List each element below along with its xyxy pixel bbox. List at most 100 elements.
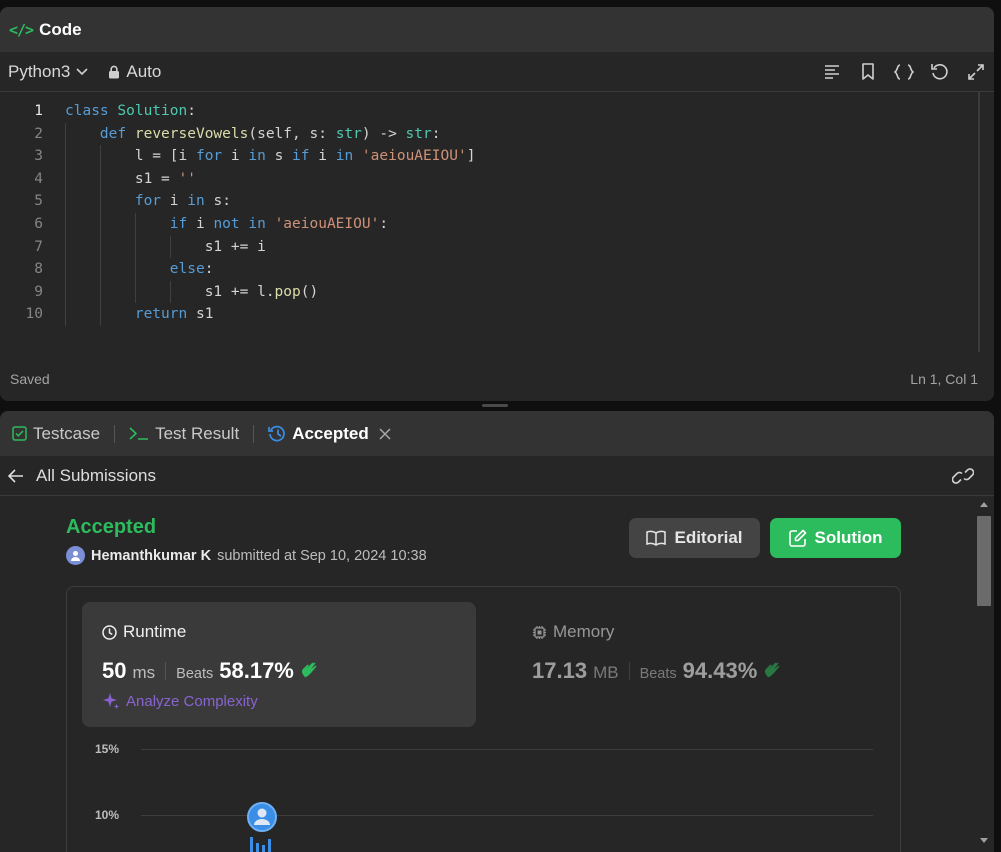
analyze-label: Analyze Complexity xyxy=(126,692,258,710)
avatar[interactable] xyxy=(66,546,85,565)
scroll-thumb[interactable] xyxy=(977,516,991,606)
submissions-nav: All Submissions xyxy=(0,456,994,496)
clock-icon xyxy=(102,624,117,640)
tab-test-result[interactable]: Test Result xyxy=(129,424,239,444)
tab-accepted[interactable]: Accepted xyxy=(268,424,391,444)
scroll-down-icon[interactable] xyxy=(974,833,994,847)
line-number: 3 xyxy=(34,148,43,165)
sparkle-icon xyxy=(103,693,119,709)
memory-box[interactable]: Memory 17.13 MB Beats 94.43% xyxy=(512,602,872,727)
user-position-marker[interactable] xyxy=(243,801,283,852)
chevron-down-icon xyxy=(76,67,88,75)
code-text: class Solution: xyxy=(65,103,196,119)
distribution-bars xyxy=(250,837,271,852)
cursor-position: Ln 1, Col 1 xyxy=(910,371,978,387)
scroll-up-icon[interactable] xyxy=(974,498,994,512)
line-number: 7 xyxy=(34,238,43,255)
line-number: 6 xyxy=(34,215,43,232)
tab-testcase[interactable]: Testcase xyxy=(12,424,100,444)
code-text: return s1 xyxy=(134,306,214,323)
code-icon: </> xyxy=(9,20,34,39)
code-text: for i in s: xyxy=(134,193,231,210)
braces-icon[interactable] xyxy=(894,62,914,82)
submission-detail: Accepted Hemanthkumar K submitted at Sep… xyxy=(0,496,994,852)
code-editor[interactable]: 1 class Solution: 2 def reverseVowels(self… xyxy=(0,92,994,352)
line-number: 4 xyxy=(34,170,43,187)
memory-unit: MB xyxy=(593,663,619,682)
runtime-value: 50 xyxy=(102,658,127,683)
edit-icon xyxy=(788,529,806,547)
panel-resize-handle[interactable] xyxy=(482,404,508,407)
runtime-box[interactable]: Runtime 50 ms Beats 58.17% Analyze Compl… xyxy=(82,602,476,727)
code-line[interactable]: 4 s1 = '' xyxy=(0,167,994,191)
code-text: s1 += l.pop() xyxy=(204,283,319,300)
language-select[interactable]: Python3 xyxy=(8,62,88,82)
memory-beats-label: Beats xyxy=(639,666,677,682)
runtime-unit: ms xyxy=(132,663,156,682)
code-line[interactable]: 7 s1 += i xyxy=(0,235,994,259)
history-icon xyxy=(268,425,285,442)
clap-icon xyxy=(765,662,780,678)
back-label: All Submissions xyxy=(36,465,156,485)
solution-label: Solution xyxy=(814,528,883,547)
editorial-button[interactable]: Editorial xyxy=(629,518,760,558)
code-line[interactable]: 10 return s1 xyxy=(0,303,994,326)
username-link[interactable]: Hemanthkumar K xyxy=(91,548,211,564)
runtime-label: Runtime xyxy=(123,622,187,641)
tab-divider xyxy=(253,424,255,443)
code-line[interactable]: 9 s1 += l.pop() xyxy=(0,280,994,304)
code-panel: </> Code Python3 Auto 1 class Solution: 2 … xyxy=(0,7,994,401)
mode-select[interactable]: Auto xyxy=(108,62,161,82)
gridline xyxy=(141,749,873,750)
back-button[interactable]: All Submissions xyxy=(8,466,156,486)
language-label: Python3 xyxy=(8,61,71,81)
chip-icon xyxy=(533,625,546,639)
memory-beats-value: 94.43% xyxy=(682,658,758,683)
runtime-beats-value: 58.17% xyxy=(219,658,294,683)
link-icon[interactable] xyxy=(952,467,974,484)
checkbox-icon xyxy=(12,426,27,441)
line-number: 9 xyxy=(34,283,43,300)
result-scrollbar[interactable] xyxy=(974,496,994,852)
y-tick-label: 15% xyxy=(95,742,120,756)
tab-accepted-label: Accepted xyxy=(292,423,369,443)
analyze-complexity-link[interactable]: Analyze Complexity xyxy=(102,692,258,710)
code-line[interactable]: 2 def reverseVowels(self, s: str) -> str… xyxy=(0,122,994,146)
runtime-beats-label: Beats xyxy=(176,666,214,682)
runtime-distribution-chart: 15% 10% xyxy=(67,737,902,852)
divider xyxy=(628,662,630,680)
code-panel-title: Code xyxy=(39,19,82,39)
code-text: l = [i for i in s if i in 'aeiouAEIOU'] xyxy=(134,148,476,165)
submitted-time: submitted at Sep 10, 2024 10:38 xyxy=(217,547,427,564)
reset-icon[interactable] xyxy=(930,62,950,82)
submission-info: Hemanthkumar K submitted at Sep 10, 2024… xyxy=(66,546,427,565)
mode-label: Auto xyxy=(126,61,162,81)
code-line[interactable]: 3 l = [i for i in s if i in 'aeiouAEIOU'… xyxy=(0,145,994,168)
code-line[interactable]: 1 class Solution: xyxy=(0,100,994,123)
divider xyxy=(165,662,167,680)
format-icon[interactable] xyxy=(822,62,842,82)
tab-testcase-label: Testcase xyxy=(33,423,101,443)
clap-icon xyxy=(301,662,317,678)
lock-icon xyxy=(109,65,120,78)
terminal-icon xyxy=(129,427,149,440)
performance-card: Runtime 50 ms Beats 58.17% Analyze Compl… xyxy=(66,586,901,852)
code-line[interactable]: 5 for i in s: xyxy=(0,190,994,213)
arrow-left-icon xyxy=(8,468,23,483)
close-icon[interactable] xyxy=(379,427,391,440)
submission-status: Accepted xyxy=(66,516,157,538)
code-text: else: xyxy=(169,261,214,278)
code-panel-header: </> Code xyxy=(0,7,994,52)
memory-value: 17.13 xyxy=(532,658,588,683)
expand-icon[interactable] xyxy=(966,62,986,82)
code-text: s1 += i xyxy=(204,238,266,255)
code-line[interactable]: 6 if i not in 'aeiouAEIOU': xyxy=(0,212,994,236)
solution-button[interactable]: Solution xyxy=(770,518,901,558)
code-line[interactable]: 8 else: xyxy=(0,258,994,281)
bookmark-icon[interactable] xyxy=(858,62,878,82)
save-status: Saved xyxy=(10,371,50,387)
tab-divider xyxy=(114,424,116,443)
line-number: 10 xyxy=(25,306,43,323)
line-number: 5 xyxy=(34,193,43,210)
editor-status-bar: Saved Ln 1, Col 1 xyxy=(0,371,994,387)
